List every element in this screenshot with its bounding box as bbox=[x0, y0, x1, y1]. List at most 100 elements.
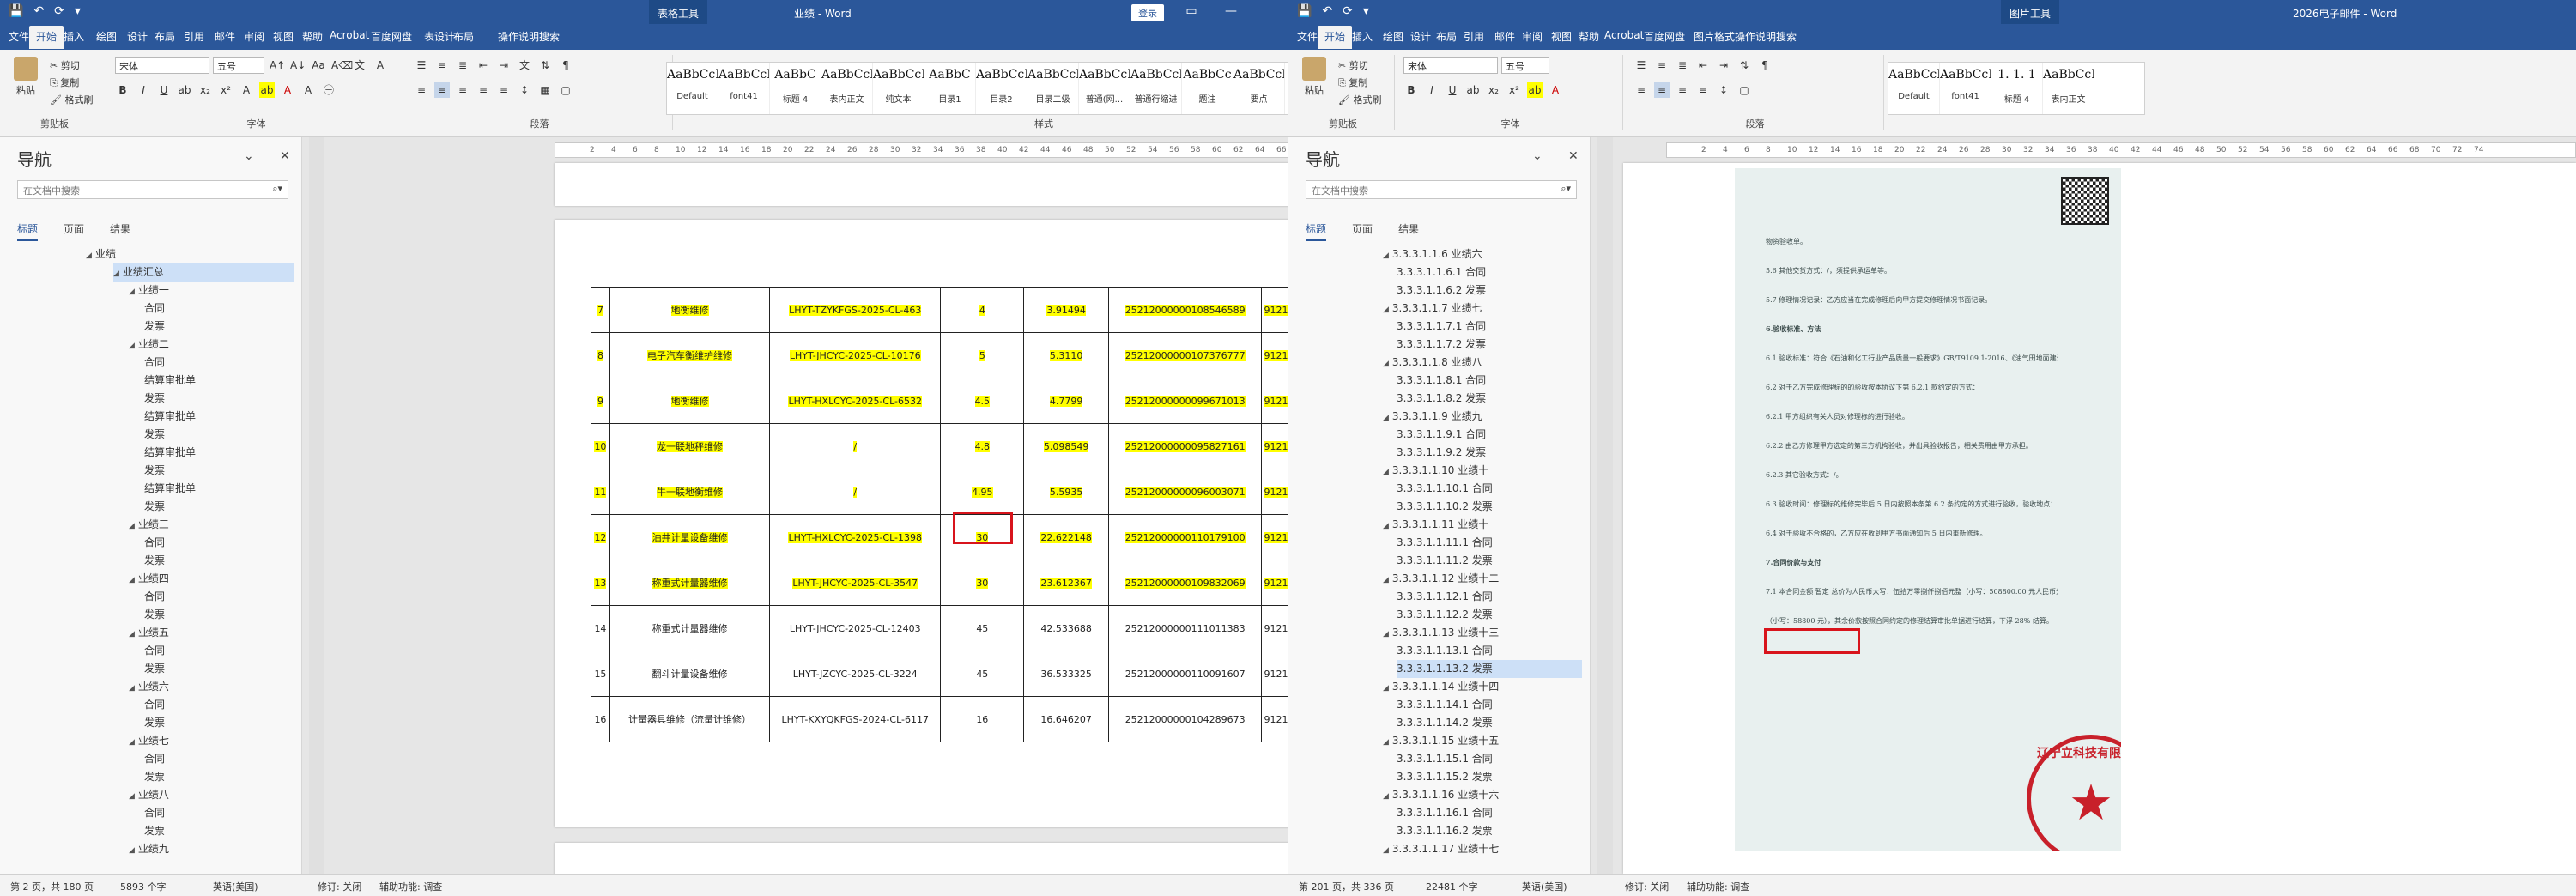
change-case-icon[interactable]: Aa bbox=[311, 58, 326, 73]
nav-item[interactable]: 结算审批单 bbox=[144, 444, 196, 462]
nav-search-input[interactable]: 在文档中搜索 ⌕▾ bbox=[17, 180, 288, 199]
scanned-contract-image[interactable]: 辽宁立科技有限公司 ★ 物资验收单。 5.6 其他交货方式：/，须提供承运单等。 5… bbox=[1735, 168, 2121, 851]
numbering-icon[interactable]: ≡ bbox=[1654, 58, 1670, 73]
expand-icon[interactable]: ◢ bbox=[1383, 738, 1389, 747]
nav-item[interactable]: 3.3.3.1.1.12.2 发票 bbox=[1397, 606, 1493, 624]
expand-icon[interactable]: ◢ bbox=[1383, 251, 1389, 260]
paste-button[interactable]: 粘贴 bbox=[10, 57, 41, 97]
paste-button[interactable]: 粘贴 bbox=[1299, 57, 1330, 97]
nav-item[interactable]: ◢ 3.3.3.1.1.14 业绩十四 bbox=[1383, 678, 1499, 696]
paragraph-shading-icon[interactable]: ▦ bbox=[537, 82, 553, 98]
nav-tab-2[interactable]: 页面 bbox=[64, 221, 84, 241]
text-effects-icon[interactable]: A bbox=[239, 82, 254, 98]
undo-icon[interactable]: ↶ bbox=[1322, 4, 1332, 18]
italic-icon[interactable]: I bbox=[1424, 82, 1440, 98]
nav-item[interactable]: ◢ 业绩二 bbox=[129, 336, 169, 354]
expand-icon[interactable]: ◢ bbox=[1383, 846, 1389, 855]
nav-search-input[interactable]: 在文档中搜索 ⌕▾ bbox=[1306, 180, 1577, 199]
expand-icon[interactable]: ◢ bbox=[1383, 522, 1389, 530]
tab-11[interactable]: 帮助 bbox=[1579, 29, 1599, 44]
align-left-icon[interactable]: ≡ bbox=[1633, 82, 1649, 98]
align-center-icon[interactable]: ≡ bbox=[1654, 82, 1670, 98]
highlight-icon[interactable]: ab bbox=[1527, 82, 1543, 98]
nav-item[interactable]: 3.3.3.1.1.14.1 合同 bbox=[1397, 696, 1493, 714]
nav-tab-1[interactable]: 标题 bbox=[1306, 221, 1327, 241]
strikethrough-icon[interactable]: ab bbox=[1465, 82, 1481, 98]
nav-item[interactable]: 发票 bbox=[144, 426, 165, 444]
nav-item[interactable]: 结算审批单 bbox=[144, 408, 196, 426]
expand-icon[interactable]: ◢ bbox=[129, 684, 135, 693]
expand-icon[interactable]: ◢ bbox=[1383, 468, 1389, 476]
nav-item[interactable]: ◢ 3.3.3.1.1.10 业绩十 bbox=[1383, 462, 1488, 480]
nav-item[interactable]: ◢ 业绩四 bbox=[129, 570, 169, 588]
borders-icon[interactable]: ▢ bbox=[1737, 82, 1752, 98]
nav-item[interactable]: 合同 bbox=[144, 354, 165, 372]
tab-2[interactable]: 开始 bbox=[29, 26, 64, 49]
page-count[interactable]: 第 201 页，共 336 页 bbox=[1299, 880, 1394, 893]
style-item[interactable]: AaBbCcD 要点 bbox=[1233, 63, 1285, 114]
expand-icon[interactable]: ◢ bbox=[129, 288, 135, 296]
nav-item[interactable]: ◢ 业绩七 bbox=[129, 732, 169, 750]
sort-icon[interactable]: ⇅ bbox=[537, 58, 553, 73]
nav-item[interactable]: 合同 bbox=[144, 588, 165, 606]
underline-icon[interactable]: U bbox=[1445, 82, 1460, 98]
style-item[interactable]: AaBbCcDdI font41 bbox=[1940, 63, 1991, 114]
tab-12[interactable]: Acrobat bbox=[330, 29, 369, 41]
nav-tab-3[interactable]: 结果 bbox=[110, 221, 130, 241]
nav-item[interactable]: 3.3.3.1.1.11.2 发票 bbox=[1397, 552, 1493, 570]
tab-4[interactable]: 绘图 bbox=[96, 29, 117, 44]
nav-item[interactable]: 发票 bbox=[144, 768, 165, 786]
style-item[interactable]: AaBbCcDdI 表内正文 bbox=[2043, 63, 2094, 114]
nav-item[interactable]: 3.3.3.1.1.12.1 合同 bbox=[1397, 588, 1493, 606]
expand-icon[interactable]: ◢ bbox=[1383, 792, 1389, 801]
nav-item[interactable]: 3.3.3.1.1.6.2 发票 bbox=[1397, 282, 1486, 300]
grow-font-icon[interactable]: A↑ bbox=[270, 58, 285, 73]
style-item[interactable]: AaBbCcDdI font41 bbox=[718, 63, 770, 114]
line-spacing-icon[interactable]: ↕ bbox=[1716, 82, 1731, 98]
copy-button[interactable]: ⎘ 复制 bbox=[50, 76, 79, 89]
minimize-icon[interactable]: — bbox=[1211, 2, 1251, 21]
style-item[interactable]: AaBbCc 题注 bbox=[1182, 63, 1233, 114]
nav-item[interactable]: 3.3.3.1.1.16.2 发票 bbox=[1397, 822, 1493, 840]
tab-8[interactable]: 邮件 bbox=[215, 29, 235, 44]
nav-item[interactable]: 发票 bbox=[144, 822, 165, 840]
nav-item[interactable]: 3.3.3.1.1.15.2 发票 bbox=[1397, 768, 1493, 786]
increase-indent-icon[interactable]: ⇥ bbox=[496, 58, 512, 73]
subscript-icon[interactable]: x₂ bbox=[1486, 82, 1501, 98]
phonetic-icon[interactable]: 文 bbox=[352, 58, 367, 73]
cut-button[interactable]: ✂ 剪切 bbox=[50, 58, 80, 72]
redo-icon[interactable]: ⟳ bbox=[1343, 4, 1353, 18]
nav-item[interactable]: 发票 bbox=[144, 498, 165, 516]
numbering-icon[interactable]: ≡ bbox=[434, 58, 450, 73]
format-painter-button[interactable]: 🖌 格式刷 bbox=[1338, 93, 1381, 106]
strikethrough-icon[interactable]: ab bbox=[177, 82, 192, 98]
nav-item[interactable]: ◢ 业绩九 bbox=[129, 840, 169, 858]
nav-item[interactable]: ◢ 3.3.3.1.1.7 业绩七 bbox=[1383, 300, 1482, 318]
nav-item[interactable]: ◢ 3.3.3.1.1.13 业绩十三 bbox=[1383, 624, 1499, 642]
nav-item[interactable]: 3.3.3.1.1.13.2 发票 bbox=[1397, 660, 1582, 678]
nav-item[interactable]: ◢ 3.3.3.1.1.9 业绩九 bbox=[1383, 408, 1482, 426]
underline-icon[interactable]: U bbox=[156, 82, 172, 98]
border-char-icon[interactable]: A bbox=[373, 58, 388, 73]
accessibility[interactable]: 辅助功能: 调查 bbox=[1687, 880, 1749, 893]
nav-item[interactable]: ◢ 3.3.3.1.1.16 业绩十六 bbox=[1383, 786, 1499, 804]
nav-item[interactable]: ◢ 3.3.3.1.1.11 业绩十一 bbox=[1383, 516, 1499, 534]
nav-item[interactable]: ◢ 业绩三 bbox=[129, 516, 169, 534]
distribute-icon[interactable]: ≡ bbox=[496, 82, 512, 98]
superscript-icon[interactable]: x² bbox=[218, 82, 233, 98]
tab-6[interactable]: 布局 bbox=[155, 29, 175, 44]
expand-icon[interactable]: ◢ bbox=[1383, 576, 1389, 584]
tab-3[interactable]: 插入 bbox=[1352, 29, 1373, 44]
style-item[interactable]: AaBbCcDdI 表内正文 bbox=[821, 63, 873, 114]
nav-item[interactable]: 发票 bbox=[144, 318, 165, 336]
font-name-combo[interactable]: 宋体 bbox=[1403, 57, 1498, 74]
tab-6[interactable]: 布局 bbox=[1436, 29, 1457, 44]
page-count[interactable]: 第 2 页，共 180 页 bbox=[10, 880, 94, 893]
font-color-icon[interactable]: A bbox=[1548, 82, 1563, 98]
align-center-icon[interactable]: ≡ bbox=[434, 82, 450, 98]
nav-item[interactable]: 合同 bbox=[144, 696, 165, 714]
subscript-icon[interactable]: x₂ bbox=[197, 82, 213, 98]
word-count[interactable]: 5893 个字 bbox=[120, 880, 167, 893]
nav-item[interactable]: 3.3.3.1.1.9.1 合同 bbox=[1397, 426, 1486, 444]
bold-icon[interactable]: B bbox=[1403, 82, 1419, 98]
